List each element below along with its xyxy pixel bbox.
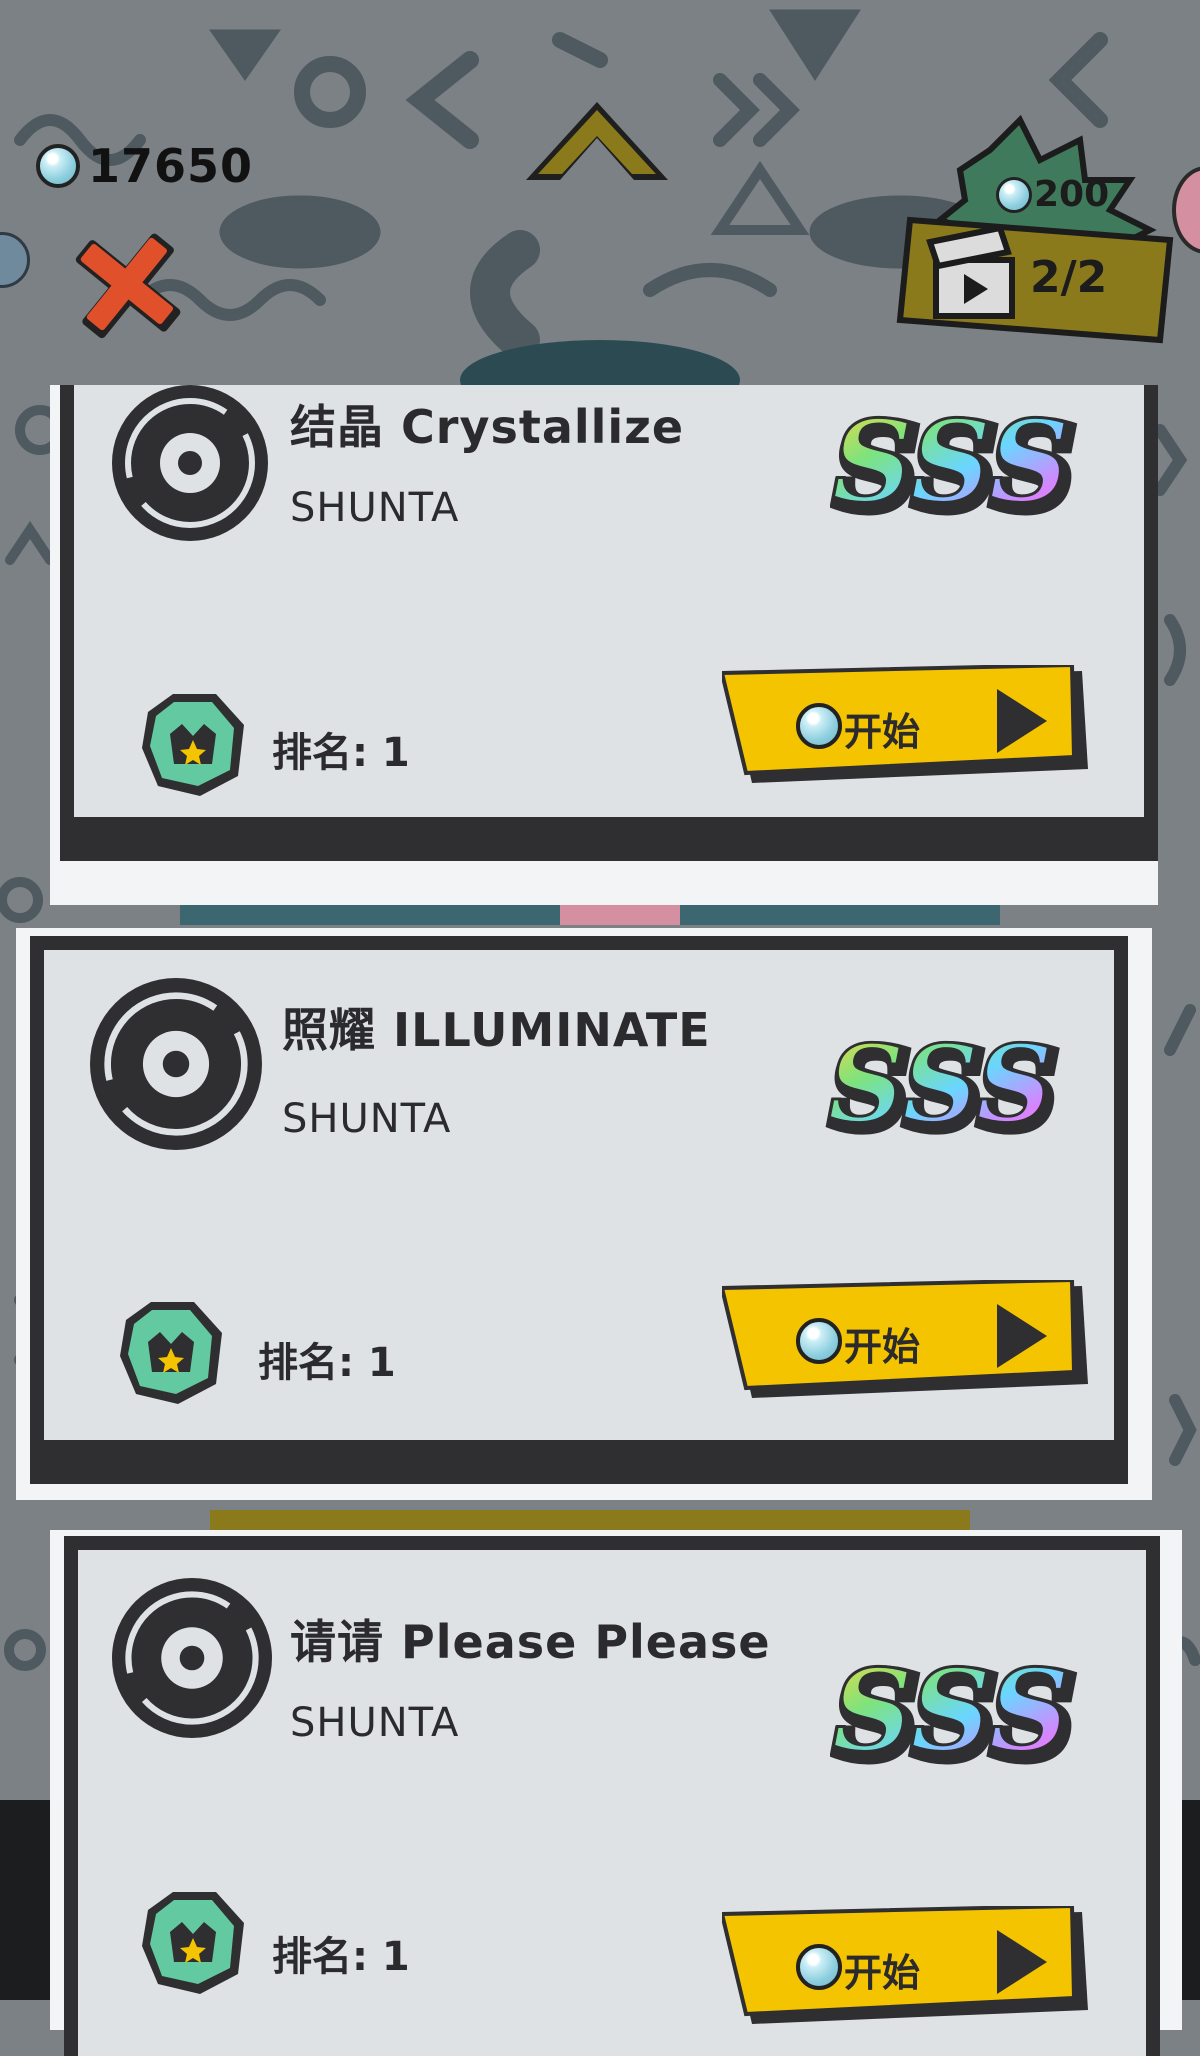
ad-reward-amount: 200 [996, 174, 1109, 215]
gem-orb-icon [36, 144, 80, 188]
crown-rank-icon [120, 1302, 222, 1404]
grade-badge: SSS SSS [825, 1032, 1063, 1136]
svg-text:SSS: SSS [832, 407, 1070, 517]
ad-reward-widget[interactable]: 200 2/2 [880, 110, 1180, 350]
crown-rank-icon [142, 1892, 244, 1994]
start-button[interactable]: 开始 [722, 665, 1092, 795]
record-disc-icon [90, 978, 262, 1150]
gem-orb-icon [796, 1944, 842, 1990]
song-artist: SHUNTA [290, 1700, 460, 1746]
start-label: 开始 [844, 1325, 921, 1369]
song-artist: SHUNTA [282, 1096, 452, 1142]
ad-badge-graphic [896, 114, 1174, 344]
gem-orb-icon [996, 176, 1032, 213]
svg-text:SSS: SSS [832, 1656, 1070, 1766]
song-artist: SHUNTA [290, 485, 460, 531]
up-chevron-icon[interactable] [522, 96, 672, 188]
record-disc-icon [112, 385, 268, 541]
rank-text: 排名: 1 [258, 1340, 396, 1386]
rank-text: 排名: 1 [272, 730, 410, 776]
start-label: 开始 [844, 710, 921, 754]
gem-orb-icon [796, 703, 842, 749]
start-button[interactable]: 开始 [722, 1280, 1092, 1410]
start-button[interactable]: 开始 [722, 1906, 1092, 2036]
song-card[interactable]: 请请 Please Please SHUNTA SSS SSS 排名: 1 开始 [50, 1530, 1182, 2056]
record-disc-icon [112, 1578, 272, 1738]
svg-text:SSS: SSS [828, 1032, 1053, 1136]
gem-count: 17650 [88, 139, 254, 193]
crown-rank-icon [142, 694, 244, 796]
clapperboard-icon [926, 224, 1015, 319]
song-title: 结晶 Crystallize [290, 400, 685, 454]
rank-text: 排名: 1 [272, 1934, 410, 1980]
gem-orb-icon [796, 1318, 842, 1364]
song-card[interactable]: 照耀 ILLUMINATE SHUNTA SSS SSS 排名: 1 开始 [16, 928, 1152, 1500]
song-card[interactable]: 结晶 Crystallize SHUNTA SSS SSS 排名: 1 开始 [50, 385, 1158, 905]
grade-badge: SSS SSS [830, 407, 1081, 517]
song-title: 照耀 ILLUMINATE [282, 1003, 711, 1057]
close-x-icon[interactable] [62, 222, 192, 348]
grade-badge: SSS SSS [830, 1656, 1081, 1766]
start-label: 开始 [844, 1951, 921, 1995]
ad-count: 2/2 [1030, 252, 1108, 303]
gem-counter: 17650 [36, 138, 253, 194]
ad-reward-text: 200 [1034, 174, 1110, 215]
song-title: 请请 Please Please [290, 1615, 771, 1669]
